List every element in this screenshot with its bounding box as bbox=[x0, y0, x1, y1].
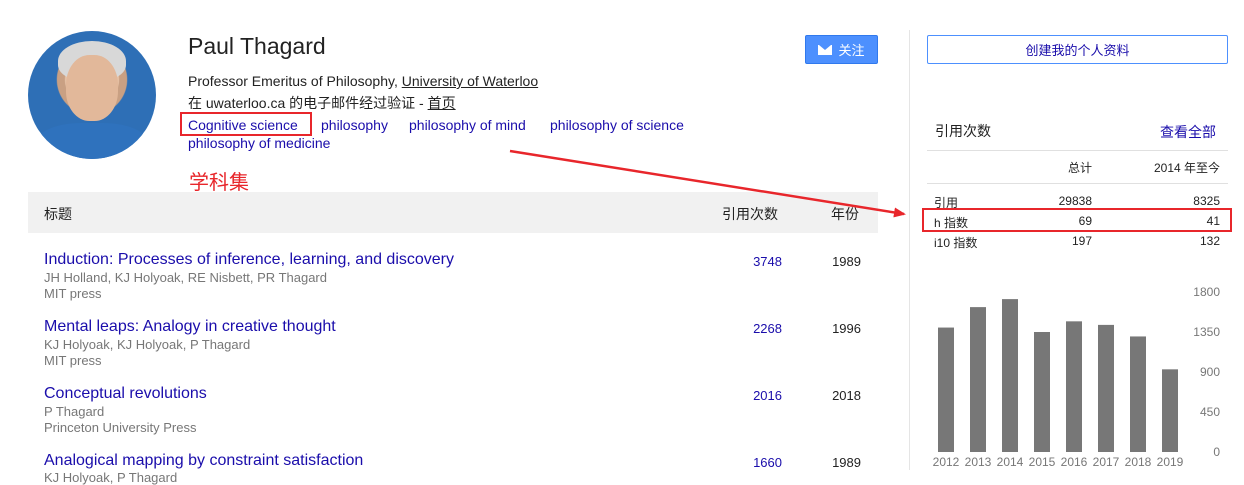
chart-bar[interactable] bbox=[1098, 324, 1114, 452]
chart-bar[interactable] bbox=[1162, 369, 1178, 452]
x-tick-label: 2018 bbox=[1125, 455, 1152, 469]
y-tick-label: 900 bbox=[1200, 365, 1220, 379]
x-tick-label: 2019 bbox=[1157, 455, 1184, 469]
chart-bar[interactable] bbox=[1034, 332, 1050, 452]
x-tick-label: 2013 bbox=[965, 455, 992, 469]
chart-bar[interactable] bbox=[938, 327, 954, 452]
x-tick-label: 2017 bbox=[1093, 455, 1120, 469]
x-tick-label: 2015 bbox=[1029, 455, 1056, 469]
chart-bar[interactable] bbox=[1002, 299, 1018, 452]
y-tick-label: 1800 bbox=[1193, 285, 1220, 299]
y-tick-label: 1350 bbox=[1193, 325, 1220, 339]
x-tick-label: 2014 bbox=[997, 455, 1024, 469]
chart-bar[interactable] bbox=[970, 307, 986, 452]
chart-bar[interactable] bbox=[1066, 321, 1082, 452]
x-tick-label: 2012 bbox=[933, 455, 960, 469]
y-tick-label: 450 bbox=[1200, 405, 1220, 419]
chart-bar[interactable] bbox=[1130, 336, 1146, 452]
y-tick-label: 0 bbox=[1213, 445, 1220, 459]
citations-chart: 2012 2013 2014 2015 2016 2017 2018 2019 1800 1350… bbox=[933, 285, 1221, 469]
x-tick-label: 2016 bbox=[1061, 455, 1088, 469]
